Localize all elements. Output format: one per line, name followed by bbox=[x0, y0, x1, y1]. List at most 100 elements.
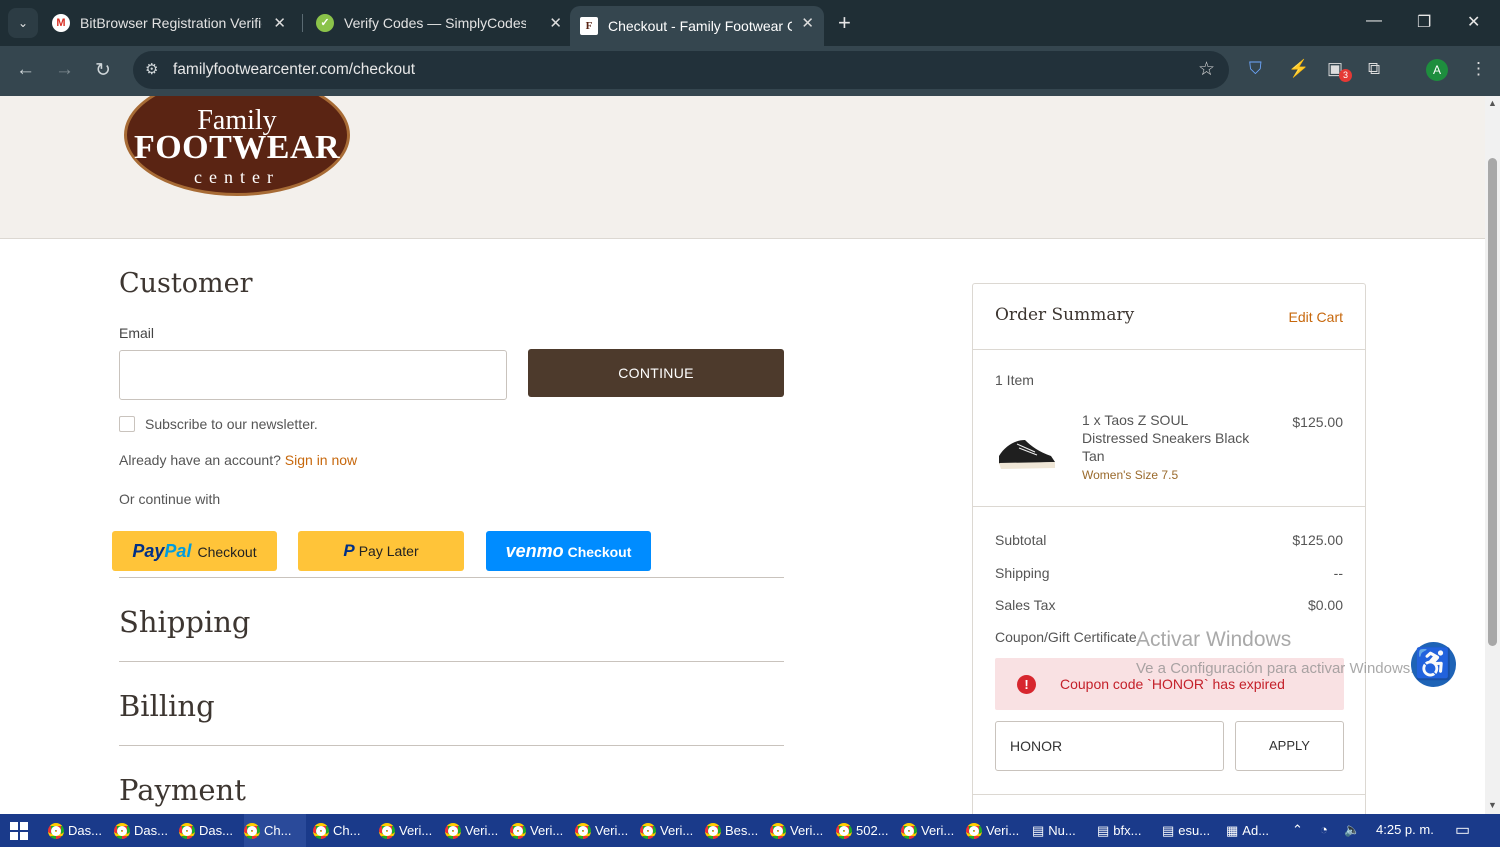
windows-taskbar: Das... Das... Das... Ch... Ch... Veri...… bbox=[0, 814, 1500, 847]
taskbar-item[interactable]: ▦ Ad... bbox=[1226, 814, 1269, 847]
browser-toolbar: ← → ↻ ⚙ familyfootwearcenter.com/checkou… bbox=[0, 46, 1500, 96]
taskbar-item[interactable]: Bes... bbox=[705, 814, 758, 847]
family-footwear-logo[interactable]: Family FOOTWEAR center bbox=[124, 96, 350, 196]
chrome-icon bbox=[379, 822, 395, 839]
continue-button[interactable]: CONTINUE bbox=[528, 349, 784, 397]
taskbar-item[interactable]: Veri... bbox=[445, 814, 498, 847]
taskbar-item[interactable]: 502... bbox=[836, 814, 889, 847]
email-field[interactable] bbox=[119, 350, 507, 400]
subtotal-value: $125.00 bbox=[1292, 532, 1343, 548]
apply-coupon-button[interactable]: APPLY bbox=[1235, 721, 1344, 771]
shipping-label: Shipping bbox=[995, 565, 1050, 581]
taskbar-item[interactable]: ▤ Nu... bbox=[1032, 814, 1076, 847]
taskbar-item-label: Veri... bbox=[986, 823, 1020, 838]
menu-kebab-icon[interactable]: ⋮ bbox=[1470, 59, 1487, 79]
divider bbox=[973, 794, 1365, 795]
taskbar-item[interactable]: ▤ esu... bbox=[1162, 814, 1210, 847]
sign-in-link[interactable]: Sign in now bbox=[285, 452, 357, 468]
tab-simplycodes[interactable]: ✓ Verify Codes — SimplyCodes ✕ bbox=[316, 0, 562, 46]
close-tab-icon[interactable]: ✕ bbox=[801, 14, 814, 32]
subtotal-label: Subtotal bbox=[995, 532, 1047, 548]
taskbar-item[interactable]: Das... bbox=[179, 814, 233, 847]
tab-search-button[interactable]: ⌄ bbox=[8, 8, 38, 38]
back-icon[interactable]: ← bbox=[16, 59, 35, 81]
chrome-icon bbox=[313, 822, 329, 839]
url-text[interactable]: familyfootwearcenter.com/checkout bbox=[173, 61, 415, 79]
chrome-icon bbox=[179, 822, 195, 839]
newsletter-checkbox[interactable] bbox=[119, 416, 135, 432]
sales-tax-label: Sales Tax bbox=[995, 597, 1056, 613]
taskbar-item[interactable]: Veri... bbox=[575, 814, 628, 847]
tab-bitbrowser[interactable]: M BitBrowser Registration Verificat ✕ bbox=[52, 0, 286, 46]
order-summary-panel: Order Summary Edit Cart 1 Item 1 x Taos … bbox=[972, 283, 1366, 814]
volume-icon[interactable]: 🔈 bbox=[1344, 822, 1360, 838]
taskbar-item[interactable]: Veri... bbox=[770, 814, 823, 847]
close-tab-icon[interactable]: ✕ bbox=[273, 14, 286, 32]
chrome-icon bbox=[836, 822, 852, 839]
divider bbox=[119, 661, 784, 662]
forward-icon[interactable]: → bbox=[55, 59, 74, 81]
site-header: Family FOOTWEAR center bbox=[0, 96, 1485, 239]
taskbar-item-label: Veri... bbox=[921, 823, 955, 838]
divider bbox=[973, 506, 1365, 507]
chrome-icon bbox=[901, 822, 917, 839]
extensions-puzzle-icon[interactable]: ⧉ bbox=[1368, 59, 1380, 79]
page-scrollbar[interactable]: ▲ ▼ bbox=[1485, 96, 1500, 814]
taskbar-item[interactable]: Veri... bbox=[901, 814, 954, 847]
taskbar-item[interactable]: Veri... bbox=[379, 814, 432, 847]
activate-windows-watermark: Activar Windows bbox=[1136, 628, 1292, 651]
taskbar-item-label: Veri... bbox=[595, 823, 629, 838]
taskbar-item[interactable]: Das... bbox=[114, 814, 168, 847]
taskbar-item-label: bfx... bbox=[1113, 823, 1142, 838]
taskbar-item-label: Veri... bbox=[790, 823, 824, 838]
extension-icon[interactable]: ▣ 3 bbox=[1327, 59, 1352, 82]
taskbar-item[interactable]: Ch... bbox=[313, 814, 360, 847]
new-tab-button[interactable]: + bbox=[838, 10, 851, 36]
tab-title: Checkout - Family Footwear Cen bbox=[608, 18, 792, 34]
wifi-icon[interactable]: ◔ bbox=[1320, 822, 1328, 837]
edit-cart-link[interactable]: Edit Cart bbox=[1289, 309, 1343, 325]
shipping-value: -- bbox=[1333, 565, 1343, 581]
reload-icon[interactable]: ↻ bbox=[95, 59, 111, 82]
venmo-checkout-button[interactable]: venmo Checkout bbox=[486, 531, 651, 571]
accessibility-widget-icon[interactable]: ♿ bbox=[1411, 642, 1456, 687]
browser-tab-bar: ⌄ M BitBrowser Registration Verificat ✕ … bbox=[0, 0, 1500, 46]
taskbar-item[interactable]: Veri... bbox=[510, 814, 563, 847]
chrome-icon bbox=[640, 822, 656, 839]
coupon-code-input[interactable]: HONOR bbox=[995, 721, 1224, 771]
scroll-up-arrow-icon[interactable]: ▲ bbox=[1488, 98, 1497, 108]
profile-avatar[interactable]: A bbox=[1426, 59, 1448, 81]
chrome-icon bbox=[966, 822, 982, 839]
bitwarden-extension-icon[interactable]: ⛉ bbox=[1249, 59, 1262, 79]
clock[interactable]: 4:25 p. m. bbox=[1376, 822, 1434, 837]
paypal-checkout-button[interactable]: PayPal Checkout bbox=[112, 531, 277, 571]
minimize-button[interactable]: — bbox=[1366, 12, 1382, 30]
windows-start-icon[interactable] bbox=[10, 822, 28, 840]
tab-checkout[interactable]: F Checkout - Family Footwear Cen ✕ bbox=[570, 6, 824, 46]
address-bar[interactable]: ⚙ familyfootwearcenter.com/checkout ☆ bbox=[133, 51, 1229, 89]
scrollbar-thumb[interactable] bbox=[1488, 158, 1497, 646]
taskbar-item[interactable]: Veri... bbox=[966, 814, 1019, 847]
taskbar-item[interactable]: Ch... bbox=[244, 814, 306, 847]
notifications-icon[interactable]: ▭ bbox=[1455, 820, 1470, 840]
paypal-paylater-button[interactable]: P Pay Later bbox=[298, 531, 464, 571]
restore-button[interactable]: ❐ bbox=[1417, 12, 1431, 32]
taskbar-item[interactable]: ▤ bfx... bbox=[1097, 814, 1141, 847]
gmail-icon: M bbox=[52, 14, 70, 32]
site-info-icon[interactable]: ⚙ bbox=[145, 60, 158, 78]
chevron-up-icon[interactable]: ⌃ bbox=[1292, 822, 1303, 838]
close-window-button[interactable]: ✕ bbox=[1467, 12, 1480, 32]
paylater-label: Pay Later bbox=[358, 543, 419, 559]
scroll-down-arrow-icon[interactable]: ▼ bbox=[1488, 800, 1497, 810]
notepad-icon: ▤ bbox=[1032, 822, 1045, 838]
error-icon: ! bbox=[1017, 675, 1036, 694]
item-name: 1 x Taos Z SOUL Distressed Sneakers Blac… bbox=[1082, 412, 1250, 464]
taskbar-item[interactable]: Das... bbox=[48, 814, 102, 847]
simplycodes-icon: ✓ bbox=[316, 14, 334, 32]
bookmark-star-icon[interactable]: ☆ bbox=[1198, 58, 1215, 81]
taskbar-item[interactable]: Veri... bbox=[640, 814, 693, 847]
honey-extension-icon[interactable]: ⚡ bbox=[1288, 59, 1309, 79]
coupon-gift-certificate-link[interactable]: Coupon/Gift Certificate bbox=[995, 629, 1137, 645]
taskbar-item-label: Veri... bbox=[530, 823, 564, 838]
close-tab-icon[interactable]: ✕ bbox=[549, 14, 562, 32]
